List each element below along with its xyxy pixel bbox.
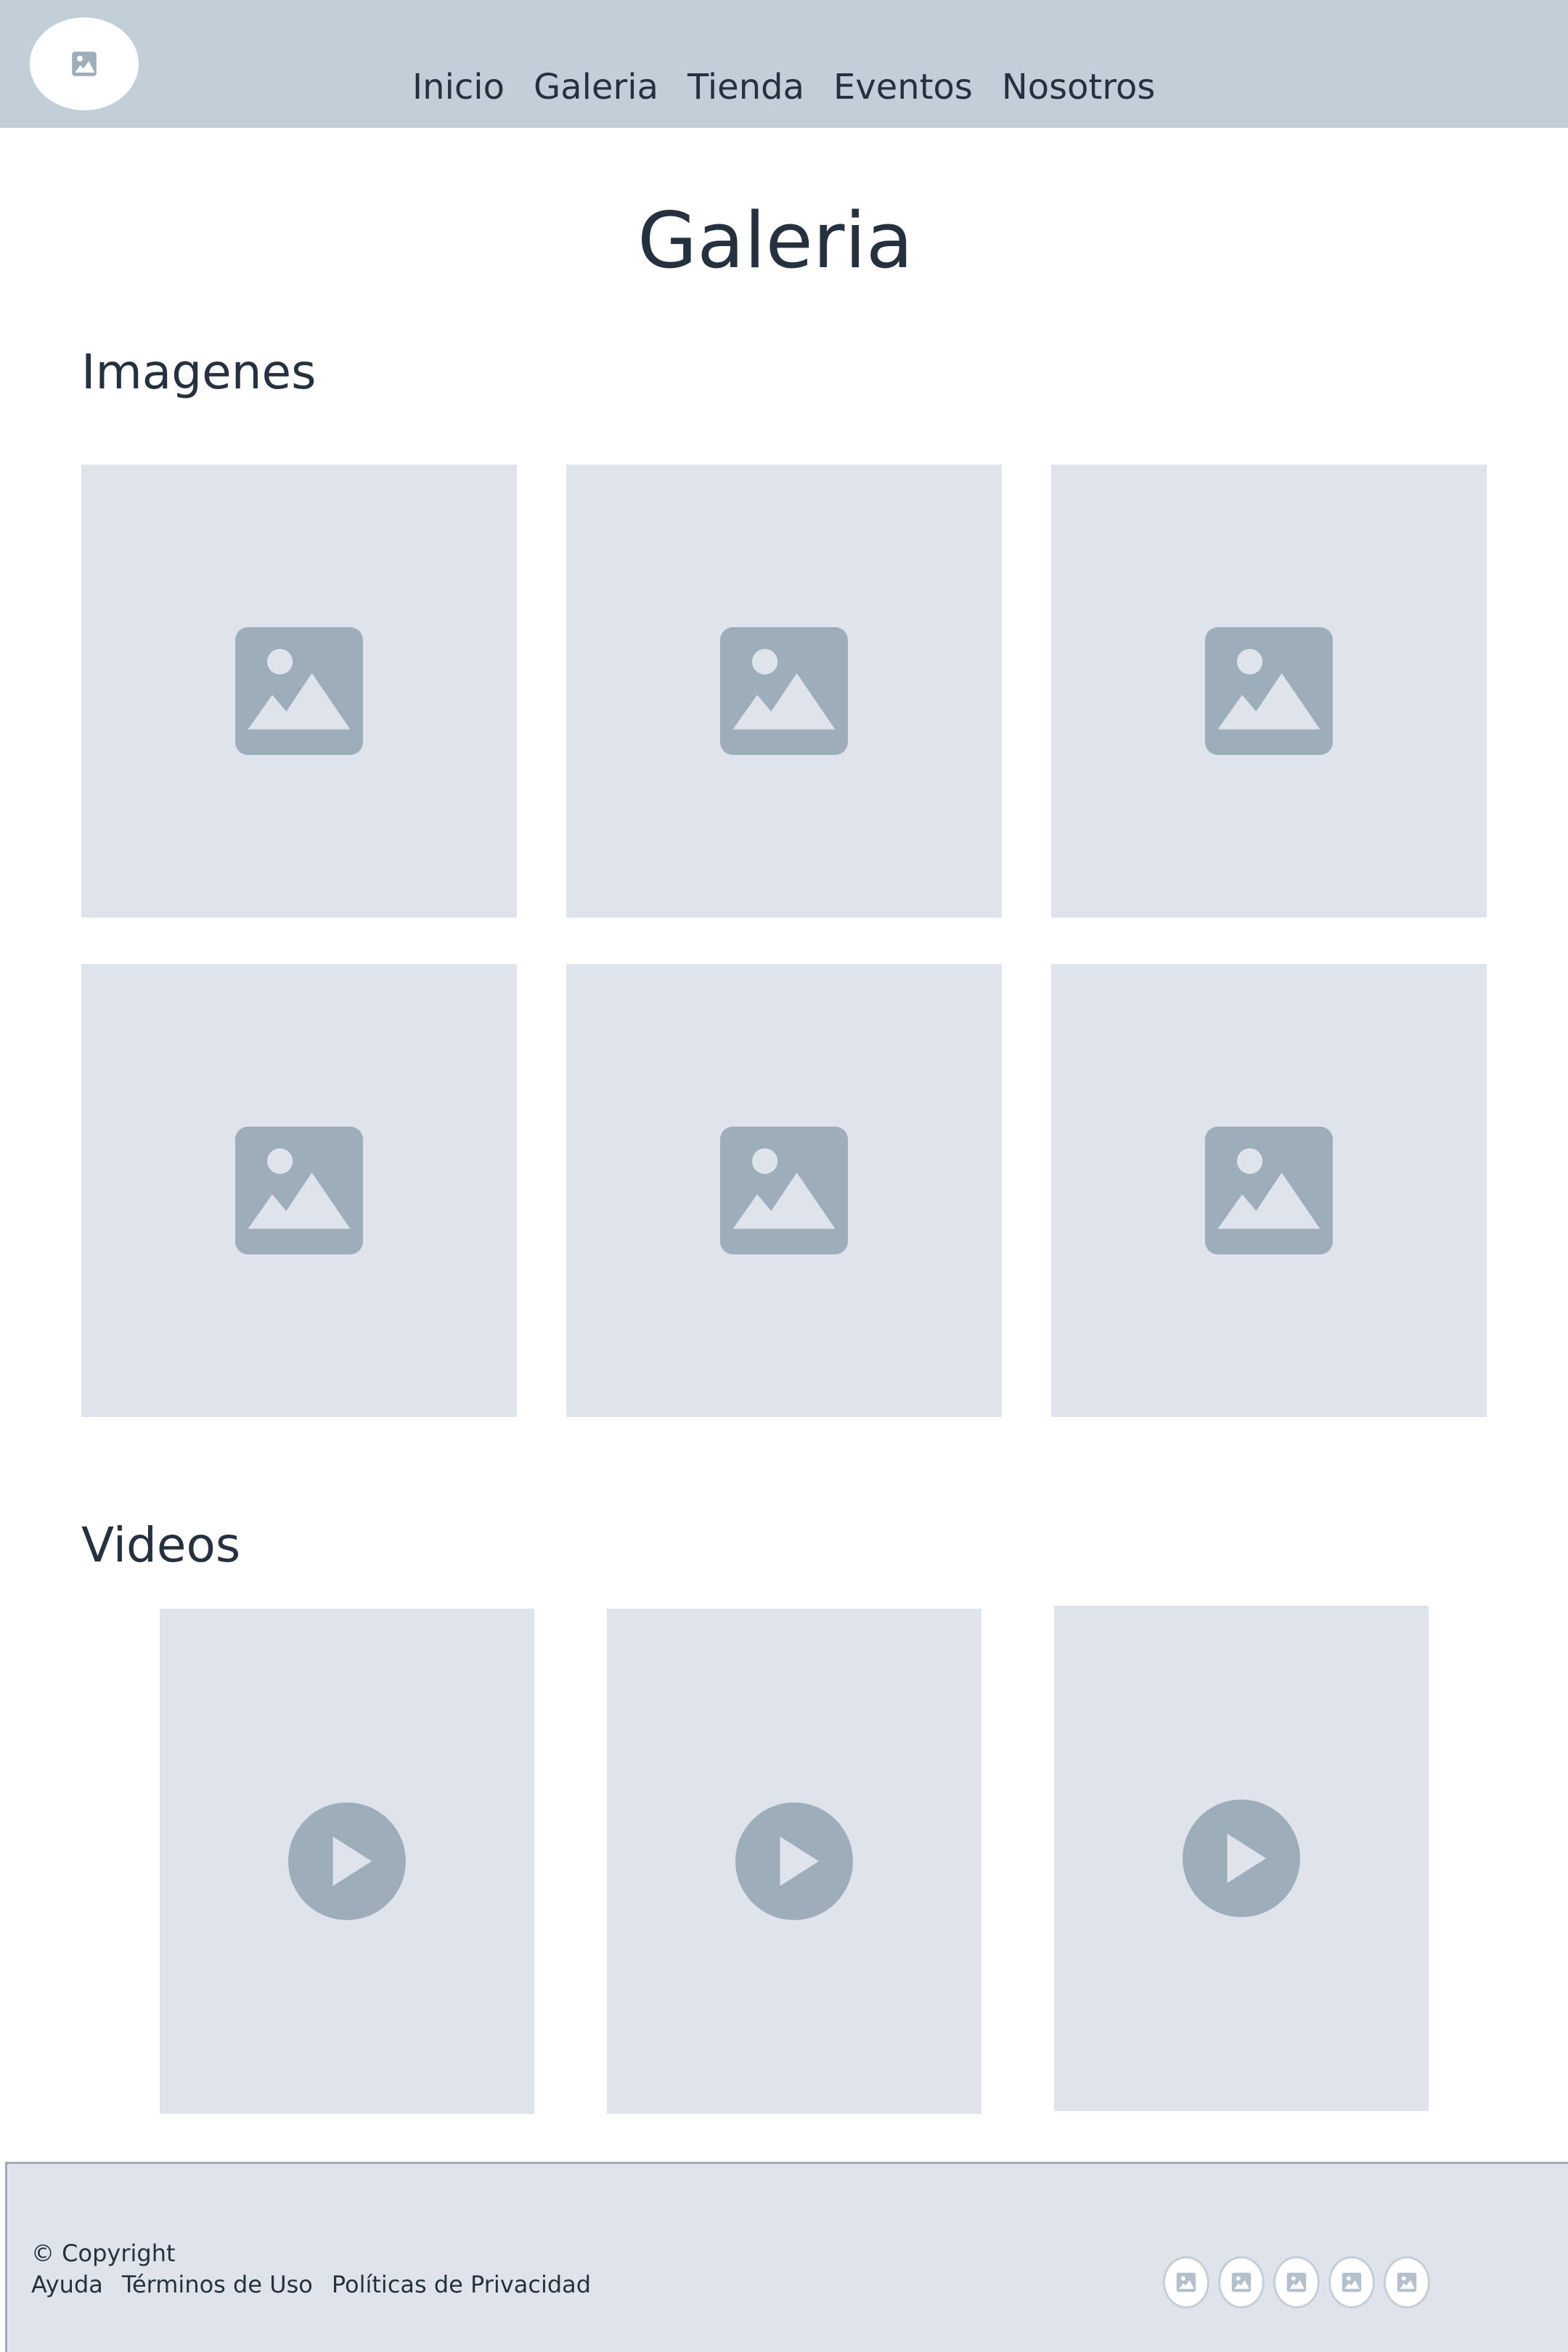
footer-links: Ayuda Términos de Uso Políticas de Priva… — [31, 2269, 591, 2300]
logo[interactable] — [30, 17, 139, 110]
image-tile[interactable] — [81, 465, 517, 918]
nav-item-eventos[interactable]: Eventos — [833, 61, 973, 113]
image-tile[interactable] — [81, 964, 517, 1417]
social-links — [1163, 2256, 1430, 2308]
video-tile[interactable] — [1054, 1606, 1429, 2111]
footer-link-privacidad[interactable]: Políticas de Privacidad — [332, 2269, 591, 2300]
social-button[interactable] — [1218, 2256, 1265, 2308]
image-placeholder-icon — [235, 1127, 363, 1254]
footer-link-ayuda[interactable]: Ayuda — [31, 2269, 103, 2300]
nav-item-nosotros[interactable]: Nosotros — [1002, 61, 1156, 113]
footer-link-terminos[interactable]: Términos de Uso — [122, 2269, 313, 2300]
play-icon[interactable] — [288, 1802, 406, 1920]
social-icon — [1342, 2272, 1362, 2292]
social-button[interactable] — [1384, 2256, 1430, 2308]
social-icon — [1397, 2272, 1417, 2292]
nav-item-tienda[interactable]: Tienda — [687, 61, 804, 113]
videos-section-heading: Videos — [81, 1517, 241, 1573]
image-tile[interactable] — [566, 465, 1002, 918]
social-button[interactable] — [1273, 2256, 1320, 2308]
site-header: Inicio Galeria Tienda Eventos Nosotros — [0, 0, 1568, 128]
image-placeholder-icon — [720, 1127, 848, 1254]
image-placeholder-icon — [1205, 627, 1333, 755]
image-placeholder-icon — [235, 627, 363, 755]
social-icon — [1176, 2272, 1196, 2292]
image-tile[interactable] — [1051, 465, 1487, 918]
social-icon — [1231, 2272, 1251, 2292]
site-footer: © Copyright Ayuda Términos de Uso Políti… — [5, 2162, 1568, 2352]
image-tile[interactable] — [566, 964, 1002, 1417]
image-placeholder-icon — [1205, 1127, 1333, 1254]
image-placeholder-icon — [72, 52, 97, 76]
social-button[interactable] — [1328, 2256, 1375, 2308]
play-icon[interactable] — [735, 1802, 853, 1920]
images-section-heading: Imagenes — [81, 344, 317, 400]
image-placeholder-icon — [720, 627, 848, 755]
image-tile[interactable] — [1051, 964, 1487, 1417]
nav-item-inicio[interactable]: Inicio — [412, 61, 505, 113]
copyright-text: © Copyright — [31, 2239, 176, 2267]
main-nav: Inicio Galeria Tienda Eventos Nosotros — [412, 61, 1155, 113]
social-icon — [1286, 2272, 1307, 2292]
play-icon[interactable] — [1183, 1800, 1300, 1917]
video-tile[interactable] — [607, 1609, 981, 2114]
video-tile[interactable] — [160, 1609, 534, 2114]
social-button[interactable] — [1163, 2256, 1209, 2308]
nav-item-galeria[interactable]: Galeria — [534, 61, 658, 113]
page-title: Galeria — [637, 196, 913, 285]
